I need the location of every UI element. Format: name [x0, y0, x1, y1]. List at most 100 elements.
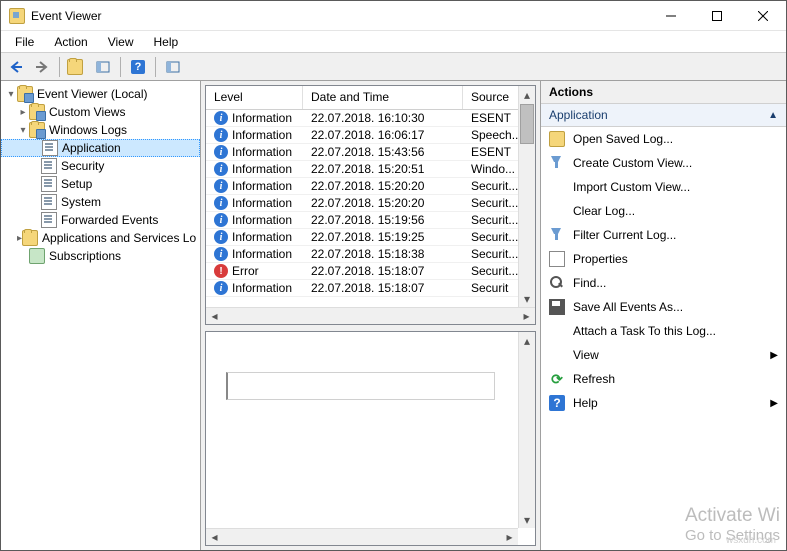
action-clear-log[interactable]: Clear Log... [541, 199, 786, 223]
panel2-button[interactable] [162, 56, 184, 78]
menu-help[interactable]: Help [144, 33, 189, 51]
grid-row[interactable]: iInformation22.07.2018. 15:43:56ESENT [206, 144, 535, 161]
grid-row[interactable]: iInformation22.07.2018. 15:20:20Securit.… [206, 178, 535, 195]
filter-icon [549, 227, 565, 243]
blank-icon [549, 179, 565, 195]
submenu-icon: ▶ [770, 350, 778, 361]
action-find[interactable]: Find... [541, 271, 786, 295]
col-source[interactable]: Source [463, 86, 523, 109]
scroll-down-icon[interactable]: ▾ [519, 511, 535, 528]
col-date[interactable]: Date and Time [303, 86, 463, 109]
action-filter-current-log[interactable]: Filter Current Log... [541, 223, 786, 247]
refresh-icon: ⟳ [549, 371, 565, 387]
grid-body[interactable]: iInformation22.07.2018. 16:10:30ESENTiIn… [206, 110, 535, 307]
event-viewer-window: Event Viewer File Action View Help ? ▾Ev… [0, 0, 787, 551]
folder-button[interactable] [66, 56, 88, 78]
info-icon: i [214, 145, 228, 159]
filter-icon [549, 155, 565, 171]
actions-subtitle[interactable]: Application ▲ [541, 104, 786, 127]
grid-row[interactable]: iInformation22.07.2018. 16:10:30ESENT [206, 110, 535, 127]
log-icon [41, 212, 57, 228]
blank-icon [549, 347, 565, 363]
titlebar[interactable]: Event Viewer [1, 1, 786, 31]
folder-icon [22, 230, 38, 246]
menu-view[interactable]: View [98, 33, 144, 51]
tree-apps-services[interactable]: ▸Applications and Services Lo [1, 229, 200, 247]
scroll-up-icon[interactable]: ▴ [519, 332, 535, 349]
tree-custom-views[interactable]: ▸Custom Views [1, 103, 200, 121]
submenu-icon: ▶ [770, 398, 778, 409]
grid-header[interactable]: Level Date and Time Source [206, 86, 535, 110]
horizontal-scrollbar[interactable]: ◂ ▸ [206, 307, 535, 324]
open-icon [549, 131, 565, 147]
tree-application[interactable]: Application [1, 139, 200, 157]
tree-forwarded[interactable]: Forwarded Events [1, 211, 200, 229]
tree-root[interactable]: ▾Event Viewer (Local) [1, 85, 200, 103]
maximize-button[interactable] [694, 1, 740, 31]
grid-row[interactable]: !Error22.07.2018. 15:18:07Securit... [206, 263, 535, 280]
tree-system[interactable]: System [1, 193, 200, 211]
grid-row[interactable]: iInformation22.07.2018. 15:19:25Securit.… [206, 229, 535, 246]
app-icon [9, 8, 25, 24]
grid-row[interactable]: iInformation22.07.2018. 15:19:56Securit.… [206, 212, 535, 229]
action-create-custom-view[interactable]: Create Custom View... [541, 151, 786, 175]
events-grid[interactable]: Level Date and Time Source iInformation2… [205, 85, 536, 325]
menu-file[interactable]: File [5, 33, 44, 51]
folder-icon [29, 122, 45, 138]
grid-row[interactable]: iInformation22.07.2018. 15:18:38Securit.… [206, 246, 535, 263]
prop-icon [549, 251, 565, 267]
tree-subscriptions[interactable]: Subscriptions [1, 247, 200, 265]
grid-row[interactable]: iInformation22.07.2018. 15:20:51Windo... [206, 161, 535, 178]
action-refresh[interactable]: ⟳Refresh [541, 367, 786, 391]
menubar: File Action View Help [1, 31, 786, 53]
detail-vscroll[interactable]: ▴ ▾ [518, 332, 535, 528]
action-view[interactable]: View▶ [541, 343, 786, 367]
error-icon: ! [214, 264, 228, 278]
menu-action[interactable]: Action [44, 33, 97, 51]
action-open-saved-log[interactable]: Open Saved Log... [541, 127, 786, 151]
tree-setup[interactable]: Setup [1, 175, 200, 193]
center-pane: Level Date and Time Source iInformation2… [201, 81, 540, 550]
scroll-right-icon[interactable]: ▸ [518, 309, 535, 323]
action-attach-a-task-to-this-log[interactable]: Attach a Task To this Log... [541, 319, 786, 343]
info-icon: i [214, 162, 228, 176]
close-button[interactable] [740, 1, 786, 31]
help-icon: ? [549, 395, 565, 411]
info-icon: i [214, 247, 228, 261]
back-button[interactable] [5, 56, 27, 78]
info-icon: i [214, 179, 228, 193]
action-import-custom-view[interactable]: Import Custom View... [541, 175, 786, 199]
tree-security[interactable]: Security [1, 157, 200, 175]
source-credit: wsxdn.com [726, 535, 776, 546]
scroll-left-icon[interactable]: ◂ [206, 309, 223, 323]
folder-icon [29, 104, 45, 120]
actions-list: Open Saved Log...Create Custom View...Im… [541, 127, 786, 550]
scroll-down-icon[interactable]: ▾ [519, 290, 535, 307]
action-properties[interactable]: Properties [541, 247, 786, 271]
detail-hscroll[interactable]: ◂▸ [206, 528, 518, 545]
minimize-button[interactable] [648, 1, 694, 31]
forward-button[interactable] [31, 56, 53, 78]
panel-button[interactable] [92, 56, 114, 78]
scroll-right-icon[interactable]: ▸ [501, 530, 518, 544]
action-help[interactable]: ?Help▶ [541, 391, 786, 415]
scroll-left-icon[interactable]: ◂ [206, 530, 223, 544]
tree-windows-logs[interactable]: ▾Windows Logs [1, 121, 200, 139]
action-save-all-events-as[interactable]: Save All Events As... [541, 295, 786, 319]
navigation-tree[interactable]: ▾Event Viewer (Local) ▸Custom Views ▾Win… [1, 81, 201, 550]
blank-icon [549, 323, 565, 339]
grid-row[interactable]: iInformation22.07.2018. 15:18:07Securit [206, 280, 535, 297]
scroll-thumb[interactable] [520, 104, 534, 144]
grid-row[interactable]: iInformation22.07.2018. 15:20:20Securit.… [206, 195, 535, 212]
log-icon [41, 158, 57, 174]
detail-empty-box [226, 372, 495, 400]
log-icon [41, 176, 57, 192]
collapse-icon: ▲ [768, 110, 778, 121]
col-level[interactable]: Level [206, 86, 303, 109]
event-viewer-icon [17, 86, 33, 102]
scroll-up-icon[interactable]: ▴ [519, 86, 535, 103]
grid-row[interactable]: iInformation22.07.2018. 16:06:17Speech..… [206, 127, 535, 144]
vertical-scrollbar[interactable]: ▴ ▾ [518, 86, 535, 307]
help-button[interactable]: ? [127, 56, 149, 78]
detail-pane[interactable]: ▴ ▾ ◂▸ [205, 331, 536, 546]
